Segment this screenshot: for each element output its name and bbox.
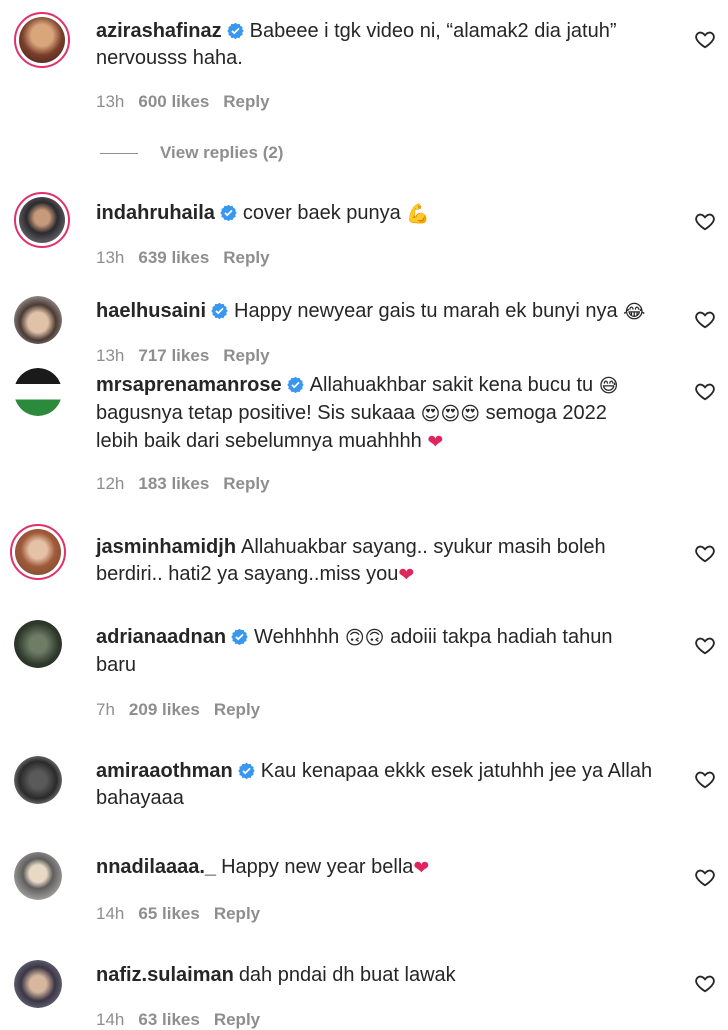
- likes-count[interactable]: 209 likes: [129, 700, 200, 719]
- comment-text: mrsaprenamanrose Allahuakhbar sakit kena …: [96, 372, 666, 456]
- comment-text: nnadilaaaa._ Happy new year bella❤: [96, 854, 666, 882]
- comment-body-line3: lebih baik dari sebelumnya muahhhh: [96, 430, 422, 452]
- heart-outline-icon[interactable]: [694, 380, 716, 402]
- comment-text: azirashafinaz Babeee i tgk video ni, “ala…: [96, 18, 666, 72]
- verified-badge-icon: [226, 22, 244, 39]
- avatar[interactable]: [14, 620, 62, 668]
- username[interactable]: jasminhamidjh: [96, 536, 236, 558]
- comment-meta: 12h 183 likes Reply: [96, 474, 284, 494]
- verified-badge-icon: [220, 204, 237, 221]
- username[interactable]: haelhusaini: [96, 300, 206, 322]
- heart-outline-icon[interactable]: [694, 542, 716, 564]
- username[interactable]: adrianaadnan: [96, 626, 226, 648]
- flexed-biceps-emoji-icon: 💪: [406, 203, 431, 225]
- heart-outline-icon[interactable]: [694, 308, 716, 330]
- timestamp: 13h: [96, 92, 125, 111]
- username[interactable]: nnadilaaaa._: [96, 856, 216, 878]
- comment-body: Happy newyear gais tu marah ek bunyi nya: [234, 300, 618, 322]
- likes-count[interactable]: 63 likes: [138, 1010, 199, 1029]
- comment-meta: 13h 717 likes Reply: [96, 346, 284, 366]
- verified-badge-icon: [211, 302, 228, 319]
- comment-text: indahruhaila cover baek punya 💪: [96, 200, 666, 228]
- likes-count[interactable]: 183 likes: [138, 474, 209, 493]
- comment-body: Allahuakhbar sakit kena bucu tu: [309, 374, 594, 396]
- heart-outline-icon[interactable]: [694, 972, 716, 994]
- comment-body: Allahuakbar sayang.. syukur masih boleh: [241, 536, 606, 558]
- timestamp: 12h: [96, 474, 125, 493]
- comment-body: dah pndai dh buat lawak: [238, 964, 456, 986]
- comment-text: amiraaothman Kau kenapaa ekkk esek jatuhh…: [96, 758, 666, 812]
- avatar[interactable]: [14, 368, 62, 416]
- heart-outline-icon[interactable]: [694, 866, 716, 888]
- likes-count[interactable]: 717 likes: [138, 346, 209, 365]
- timestamp: 14h: [96, 904, 125, 923]
- timestamp: 7h: [96, 700, 115, 719]
- comment-meta: 14h 63 likes Reply: [96, 1010, 274, 1030]
- divider: [100, 153, 138, 155]
- reply-button[interactable]: Reply: [214, 904, 260, 923]
- reply-button[interactable]: Reply: [223, 474, 269, 493]
- comment-meta: 14h 65 likes Reply: [96, 904, 274, 924]
- likes-count[interactable]: 639 likes: [138, 248, 209, 267]
- reply-button[interactable]: Reply: [223, 92, 269, 111]
- red-heart-emoji-icon: ❤: [398, 564, 415, 586]
- avatar[interactable]: [10, 524, 66, 580]
- verified-badge-icon: [238, 762, 255, 779]
- comment-meta: 13h 639 likes Reply: [96, 248, 284, 268]
- comment-text: haelhusaini Happy newyear gais tu marah e…: [96, 298, 666, 326]
- comment-body: Babeee i tgk video ni, “alamak2 dia jatu…: [249, 20, 617, 42]
- comment-body-line2b: semoga 2022: [485, 402, 607, 424]
- reply-button[interactable]: Reply: [214, 700, 260, 719]
- username[interactable]: indahruhaila: [96, 202, 215, 224]
- username[interactable]: amiraaothman: [96, 760, 233, 782]
- comment-body-line2: berdiri.. hati2 ya sayang..miss you: [96, 563, 399, 585]
- comment-body-b: adoiii takpa hadiah tahun: [390, 626, 613, 648]
- red-heart-emoji-icon: ❤: [427, 431, 444, 453]
- upside-down-face-emoji-icon: 🙃🙃: [344, 627, 385, 649]
- heart-eyes-emoji-icon: 😍😍😍: [420, 403, 481, 425]
- avatar[interactable]: [14, 756, 62, 804]
- reply-button[interactable]: Reply: [223, 346, 269, 365]
- comment-body-line2: nervousss haha.: [96, 47, 243, 69]
- username[interactable]: nafiz.sulaiman: [96, 964, 234, 986]
- comment-body-line2: bahayaaa: [96, 787, 184, 809]
- comment-body: cover baek punya: [242, 202, 401, 224]
- heart-outline-icon[interactable]: [694, 768, 716, 790]
- reply-button[interactable]: Reply: [214, 1010, 260, 1029]
- heart-outline-icon[interactable]: [694, 28, 716, 50]
- comment-meta: 13h 600 likes Reply: [96, 92, 284, 112]
- avatar[interactable]: [14, 192, 70, 248]
- likes-count[interactable]: 600 likes: [138, 92, 209, 111]
- username[interactable]: azirashafinaz: [96, 20, 222, 42]
- heart-outline-icon[interactable]: [694, 210, 716, 232]
- red-heart-emoji-icon: ❤: [413, 857, 430, 879]
- heart-outline-icon[interactable]: [694, 634, 716, 656]
- timestamp: 13h: [96, 248, 125, 267]
- comment-text: jasminhamidjh Allahuakbar sayang.. syukur…: [96, 534, 666, 589]
- comment-body: Wehhhhh: [254, 626, 340, 648]
- comment-text: adrianaadnan Wehhhhh 🙃🙃 adoiii takpa hadi…: [96, 624, 666, 679]
- view-replies-button[interactable]: View replies (2): [100, 143, 283, 163]
- likes-count[interactable]: 65 likes: [138, 904, 199, 923]
- comment-body: Kau kenapaa ekkk esek jatuhhh jee ya All…: [260, 760, 653, 782]
- avatar[interactable]: [14, 960, 62, 1008]
- grinning-sweat-emoji-icon: 😅: [598, 375, 619, 397]
- verified-badge-icon: [231, 628, 248, 645]
- tears-of-joy-emoji-icon: 😂: [623, 301, 646, 323]
- comment-body-line2: bagusnya tetap positive! Sis sukaaa: [96, 402, 416, 424]
- verified-badge-icon: [286, 376, 304, 393]
- comment-body: Happy new year bella: [221, 856, 414, 878]
- comment-meta: 7h 209 likes Reply: [96, 700, 274, 720]
- reply-button[interactable]: Reply: [223, 248, 269, 267]
- avatar[interactable]: [14, 12, 70, 68]
- comment-body-line2: baru: [96, 654, 137, 676]
- username[interactable]: mrsaprenamanrose: [96, 374, 282, 396]
- timestamp: 13h: [96, 346, 125, 365]
- avatar[interactable]: [14, 852, 62, 900]
- comment-text: nafiz.sulaiman dah pndai dh buat lawak: [96, 962, 666, 989]
- avatar[interactable]: [14, 296, 62, 344]
- timestamp: 14h: [96, 1010, 125, 1029]
